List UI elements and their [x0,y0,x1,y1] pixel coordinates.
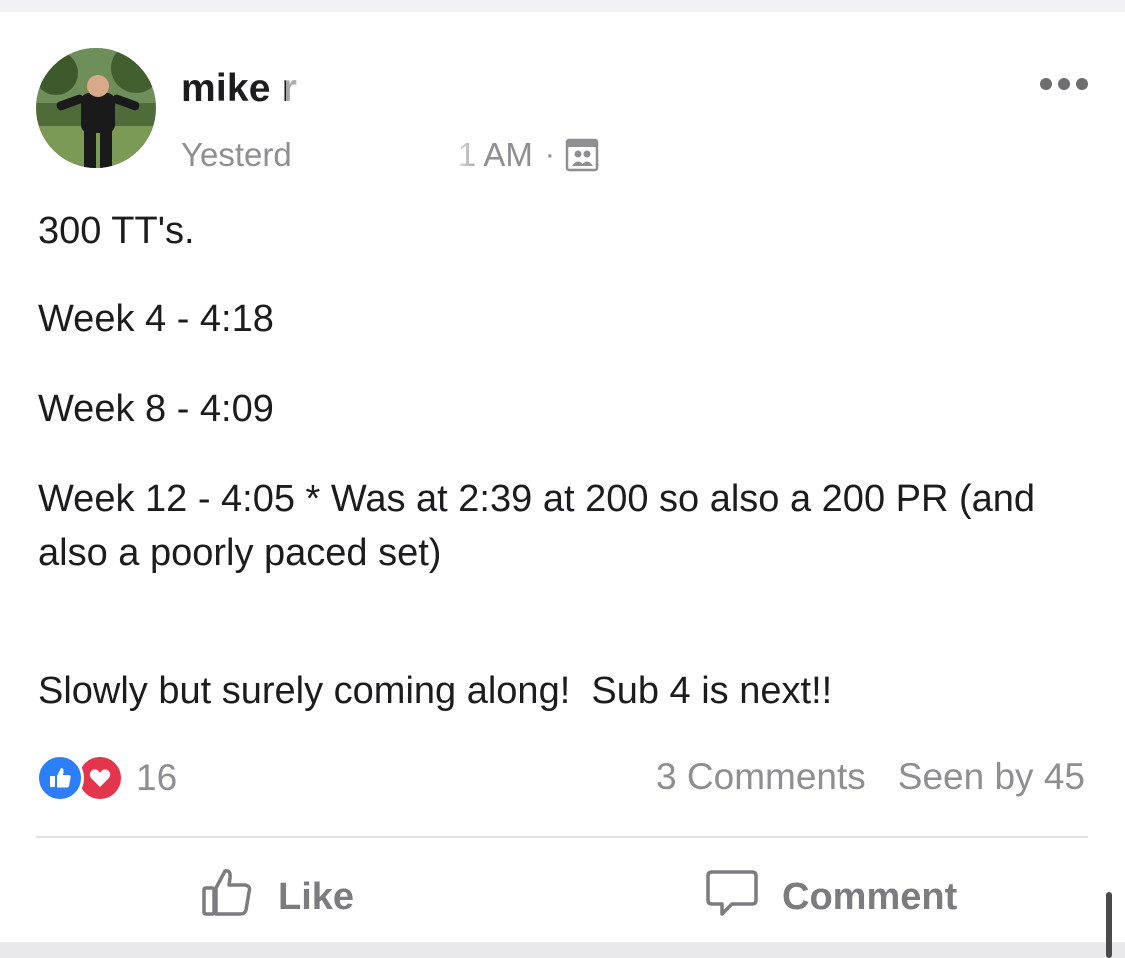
redaction-blur [286,74,456,114]
feed-gap [0,942,1125,958]
group-audience-icon [565,138,599,172]
reaction-count: 16 [136,757,178,798]
reactions-summary[interactable]: 16 [36,754,177,802]
like-icon [36,754,84,802]
post-text-line: Week 12 - 4:05 * Was at 2:39 at 200 so a… [38,478,1036,574]
post-time-prefix: Yesterd [181,136,292,173]
like-button[interactable]: Like [200,864,354,930]
thumbs-up-icon [200,864,256,930]
comment-label: Comment [782,875,958,918]
redaction-blur [308,137,478,177]
post-text-line: 300 TT's. [38,210,195,252]
like-label: Like [278,875,355,918]
meta-separator: · [544,138,555,171]
post-text-line: Week 8 - 4:09 [38,388,274,430]
top-edge [0,0,1125,12]
comment-bubble-icon [704,864,760,930]
comment-button[interactable]: Comment [704,864,957,930]
post-stats: 3 Comments Seen by 45 [656,756,1085,798]
post-text-line: Week 4 - 4:18 [38,298,274,340]
author-name[interactable]: mike r [181,67,297,111]
comments-count[interactable]: 3 Comments [656,756,866,798]
more-options-icon[interactable] [1040,78,1088,90]
post-card: mike r Yesterd 1 AM · 300 TT's. Week 4 -… [0,12,1125,942]
scrollbar[interactable] [1106,892,1112,958]
divider [36,836,1088,838]
seen-by-count[interactable]: Seen by 45 [898,756,1085,798]
author-avatar[interactable] [36,48,156,168]
post-text-line: Slowly but surely coming along! Sub 4 is… [38,670,833,712]
